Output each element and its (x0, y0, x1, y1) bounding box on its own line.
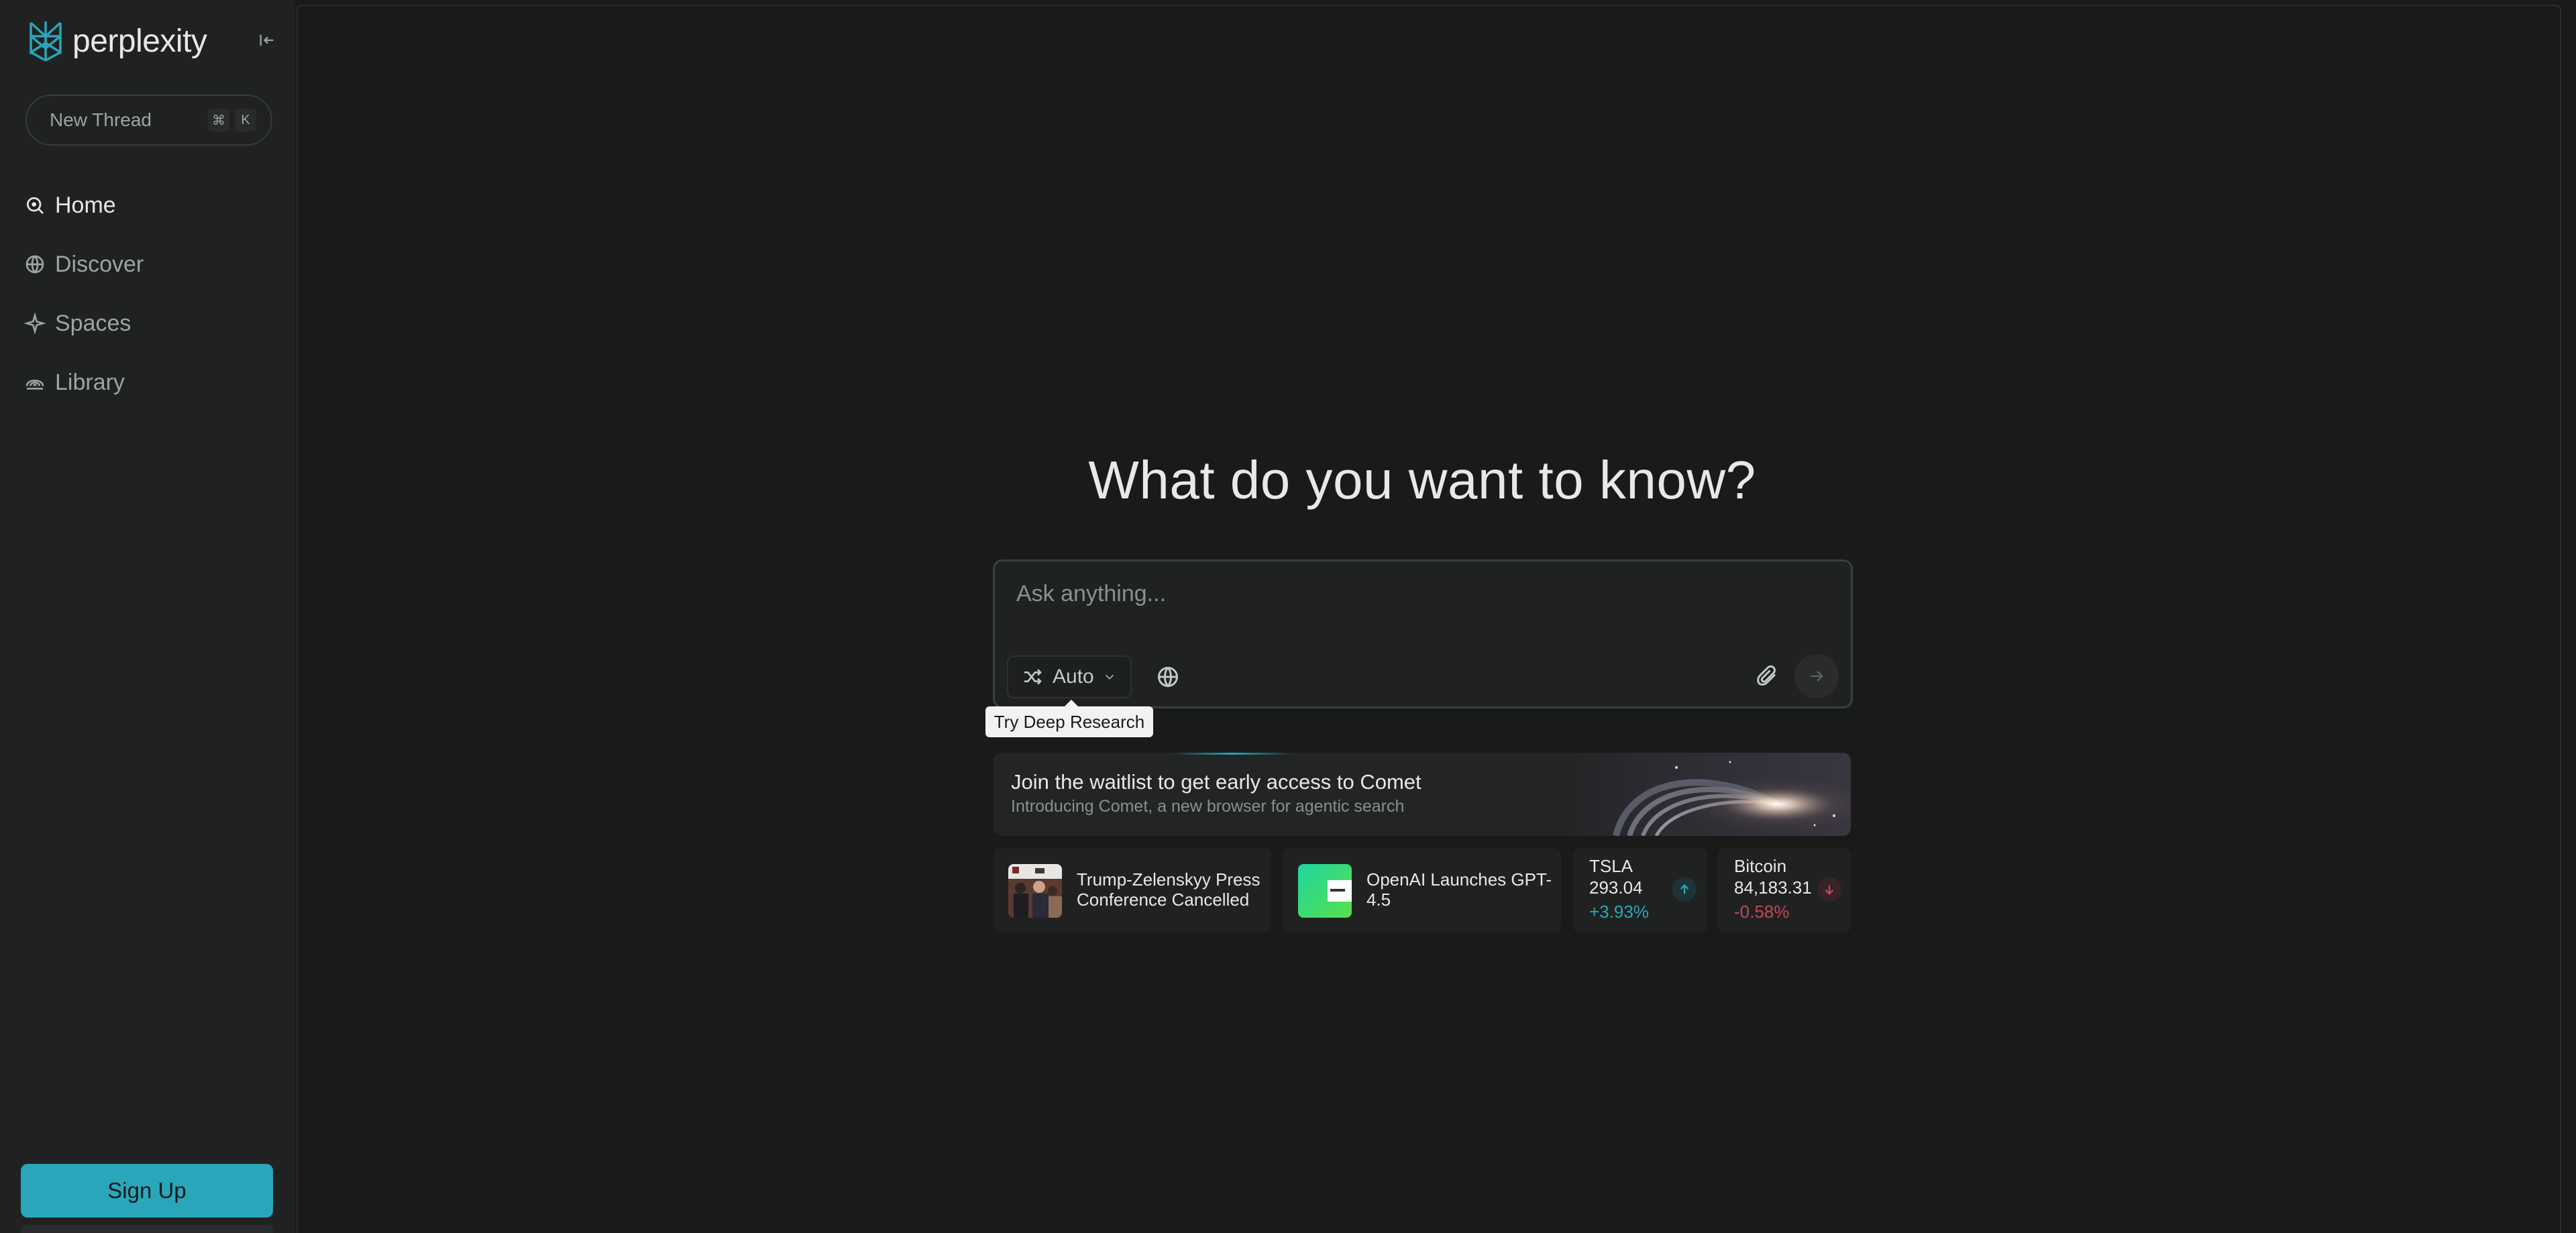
news-headline-line: OpenAI Launches GPT- (1366, 869, 1552, 890)
search-input[interactable] (1015, 576, 1823, 611)
sidebar: perplexity New Thread ⌘ K Home Discover (0, 0, 295, 1233)
sparkle-icon (24, 313, 46, 334)
arrow-right-icon (1811, 671, 1823, 682)
news-headline-line: 4.5 (1366, 890, 1391, 910)
news-thumbnail (1008, 864, 1062, 918)
sidebar-nav: Home Discover Spaces Library (24, 176, 144, 412)
arrow-down-icon (1825, 885, 1834, 896)
stock-change: -0.58% (1734, 902, 1790, 922)
sidebar-footer-edge (21, 1225, 273, 1233)
sidebar-item-label: Discover (55, 251, 144, 277)
new-thread-button[interactable]: New Thread ⌘ K (25, 95, 272, 146)
stock-name: TSLA (1589, 856, 1633, 876)
comet-subtitle: Introducing Comet, a new browser for age… (1011, 797, 1405, 816)
sidebar-item-spaces[interactable]: Spaces (24, 294, 144, 353)
comet-title: Join the waitlist to get early access to… (1011, 770, 1421, 794)
new-thread-label: New Thread (50, 109, 152, 130)
command-key: ⌘ (208, 109, 229, 131)
search-mode-selector[interactable]: Auto (1007, 655, 1132, 698)
sidebar-item-library[interactable]: Library (24, 353, 144, 412)
news-tile[interactable]: Trump-Zelenskyy Press Conference Cancell… (994, 848, 1271, 932)
paperclip-icon[interactable] (1755, 663, 1779, 688)
search-mode-label: Auto (1053, 665, 1094, 688)
stock-price: 293.04 (1589, 877, 1643, 898)
logo[interactable]: perplexity (25, 17, 207, 64)
stock-change: +3.93% (1589, 902, 1649, 922)
stock-down-indicator (1817, 877, 1841, 902)
globe-icon[interactable] (1156, 665, 1180, 689)
shuffle-icon (1024, 669, 1042, 685)
news-tile[interactable]: OpenAI Launches GPT- 4.5 (1283, 848, 1561, 932)
page-title: What do you want to know? (1088, 450, 1756, 510)
chevron-down-icon (1105, 674, 1114, 680)
comet-waitlist-card[interactable]: Join the waitlist to get early access to… (994, 753, 1851, 836)
stock-name: Bitcoin (1734, 856, 1787, 876)
library-icon (25, 380, 44, 390)
stock-tile-tsla[interactable]: TSLA 293.04 +3.93% (1573, 848, 1707, 932)
stock-up-indicator (1672, 877, 1697, 902)
perplexity-logo-icon (30, 21, 62, 62)
collapse-left-icon (260, 34, 274, 46)
sidebar-item-home[interactable]: Home (24, 176, 144, 235)
sidebar-item-discover[interactable]: Discover (24, 235, 144, 294)
logo-text: perplexity (72, 23, 207, 59)
sidebar-item-label: Library (55, 369, 125, 395)
sign-up-button[interactable]: Sign Up (21, 1164, 273, 1218)
card-accent-line (1172, 753, 1293, 755)
deep-research-tooltip: Try Deep Research (985, 700, 1153, 737)
press-conference-image (1008, 864, 1062, 918)
arrow-up-icon (1680, 883, 1689, 894)
sidebar-item-label: Home (55, 192, 116, 218)
stock-tile-bitcoin[interactable]: Bitcoin 84,183.31 -0.58% (1718, 848, 1851, 932)
submit-button[interactable] (1794, 654, 1839, 698)
gpt-announcement-image (1298, 864, 1352, 918)
keyboard-shortcut: ⌘ K (208, 109, 256, 131)
stock-price: 84,183.31 (1734, 877, 1812, 898)
news-headline-line: Conference Cancelled (1077, 890, 1250, 910)
k-key: K (235, 109, 256, 131)
collapse-sidebar-button[interactable] (254, 27, 280, 54)
search-box: Auto (993, 559, 1853, 708)
comet-illustration (1569, 753, 1851, 836)
search-icon (27, 197, 44, 214)
news-headline-line: Trump-Zelenskyy Press (1077, 869, 1260, 890)
news-headline: OpenAI Launches GPT- 4.5 (1366, 869, 1552, 910)
news-headline: Trump-Zelenskyy Press Conference Cancell… (1077, 869, 1260, 910)
news-thumbnail (1298, 864, 1352, 918)
globe-icon (25, 255, 44, 274)
sidebar-item-label: Spaces (55, 310, 131, 336)
